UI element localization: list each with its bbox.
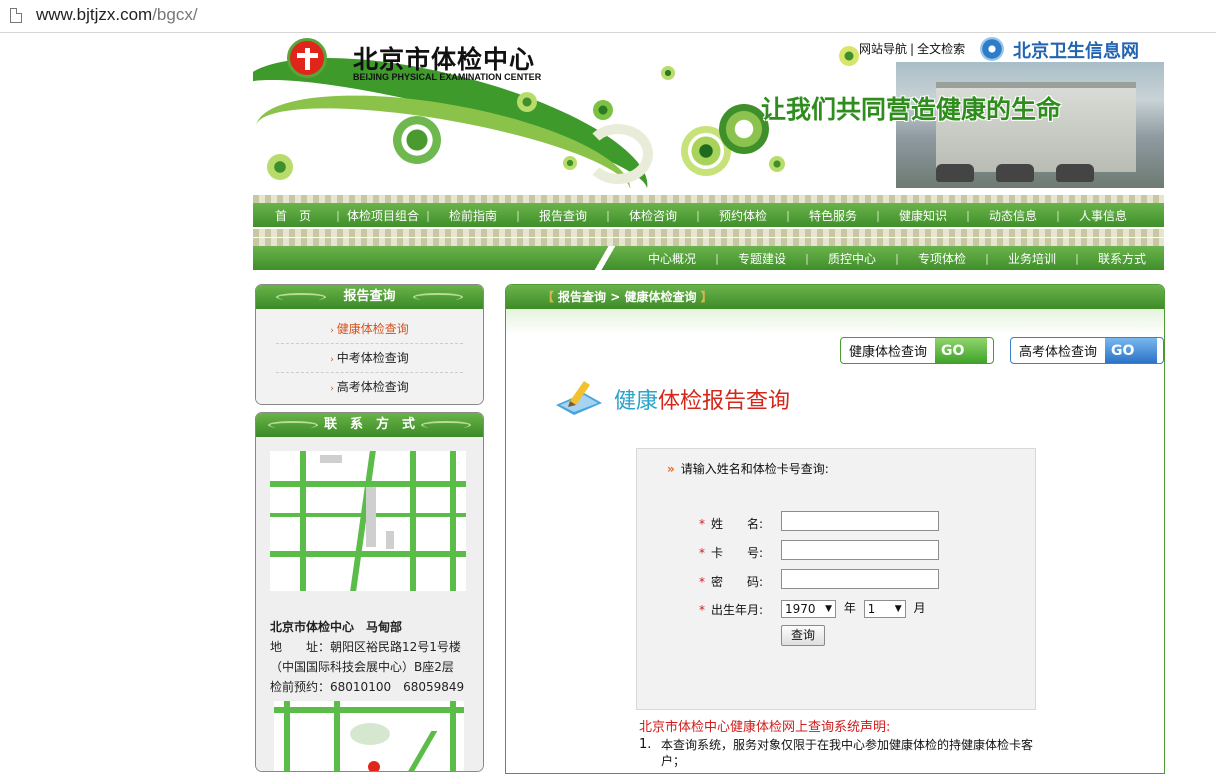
chevron-down-icon: ▼ (825, 603, 832, 614)
nav-slash-decor (595, 246, 615, 270)
arrow-right-icon: › (330, 326, 334, 336)
contact-panel: 联 系 方 式 北京市体检中心 马甸部 地 址：朝阳区裕民路12号1号楼 （中国… (255, 412, 484, 772)
name-input[interactable] (781, 511, 939, 531)
site-banner: 北京市体检中心 BEIJING PHYSICAL EXAMINATION CEN… (253, 34, 1164, 188)
main-nav: 首 页 | 体检项目组合 | 检前指南 | 报告查询 | 体检咨询 | 预约体检 | 特色服… (253, 203, 1164, 227)
address-line1: 朝阳区裕民路12号1号楼 (330, 640, 461, 654)
card-row: * 卡 号: (699, 540, 939, 561)
ornament-icon (276, 293, 326, 301)
form-hint: » 请输入姓名和体检卡号查询: (667, 462, 829, 476)
nav-item-consult[interactable]: 体检咨询 (613, 207, 693, 224)
site-subtitle: BEIJING PHYSICAL EXAMINATION CENTER (353, 72, 542, 82)
health-network-link[interactable]: 北京卫生信息网 (1013, 37, 1139, 63)
nav-item-report[interactable]: 报告查询 (523, 207, 603, 224)
breadcrumb-health[interactable]: 健康体检查询 (624, 290, 696, 304)
fulltext-search-link[interactable]: 全文检索 (917, 42, 965, 56)
contact-address: 北京市体检中心 马甸部 地 址：朝阳区裕民路12号1号楼 （中国国际科技会展中心… (270, 617, 464, 697)
location-marker-icon (368, 761, 380, 771)
password-row: * 密 码: (699, 569, 939, 590)
center-name: 北京市体检中心 马甸部 (270, 620, 403, 634)
nav-divider-pattern (253, 195, 1164, 203)
report-query-title: 健康体检报告查询 (614, 389, 791, 414)
nav-item-hr[interactable]: 人事信息 (1063, 207, 1143, 224)
decor-ring (593, 100, 613, 120)
decor-ring (517, 92, 537, 112)
declaration-item: 1. 本查询系统，服务对象仅限于在我中心参加健康体检的持健康体检卡客户； (639, 737, 1034, 768)
booking-phones: 68010100 68059849 (330, 680, 465, 694)
birth-month-select[interactable]: 1 ▼ (863, 599, 906, 618)
birth-row: * 出生年月: 1970 ▼ 年 1 ▼ 月 (699, 599, 926, 618)
ornament-icon (421, 421, 471, 429)
birth-year-select[interactable]: 1970 ▼ (781, 599, 836, 618)
page-icon (10, 8, 22, 23)
sidebar-item-zhongkao-query[interactable]: › 中考体检查询 (276, 344, 463, 373)
ornament-icon (268, 421, 318, 429)
query-button[interactable]: 查询 (781, 625, 825, 646)
decor-ring (267, 154, 293, 180)
nav-item-knowledge[interactable]: 健康知识 (883, 207, 963, 224)
panel-title: 报告查询 (343, 289, 396, 304)
decor-ring (393, 116, 441, 164)
sidebar-item-gaokao-query[interactable]: › 高考体检查询 (276, 373, 463, 401)
chevron-down-icon: ▼ (894, 603, 902, 614)
url-text[interactable]: www.bjtjzx.com/bgcx/ (36, 5, 198, 25)
sidebar-item-health-query[interactable]: › 健康体检查询 (276, 315, 463, 344)
health-network-icon[interactable] (980, 37, 1004, 61)
banner-swoosh (583, 124, 653, 184)
location-map[interactable] (270, 451, 466, 591)
nav-item-quality[interactable]: 质控中心 (812, 250, 892, 267)
breadcrumb-report[interactable]: 报告查询 (558, 290, 606, 304)
nav-item-special-exam[interactable]: 专项体检 (902, 250, 982, 267)
password-input[interactable] (781, 569, 939, 589)
health-query-go-button[interactable]: 健康体检查询 GO (840, 337, 994, 364)
pencil-icon (556, 381, 602, 415)
logo-icon[interactable] (287, 38, 327, 78)
nav-item-guide[interactable]: 检前指南 (433, 207, 513, 224)
card-number-input[interactable] (781, 540, 939, 560)
nav-item-home[interactable]: 首 页 (253, 207, 333, 224)
nav-divider-pattern (253, 229, 1164, 237)
nav-divider-pattern (253, 238, 1164, 246)
nav-item-booking[interactable]: 预约体检 (703, 207, 783, 224)
nav-item-training[interactable]: 业务培训 (992, 250, 1072, 267)
banner-slogan: 让我们共同营造健康的生命 (761, 95, 1062, 124)
nav-item-about[interactable]: 中心概况 (632, 250, 712, 267)
main-content: 【报告查询 > 健康体检查询】 健康体检查询 GO 高考体检查询 GO 健康体检… (505, 284, 1165, 774)
arrow-right-icon: › (330, 384, 334, 394)
report-query-panel: 报告查询 › 健康体检查询 › 中考体检查询 › 高考体检查询 (255, 284, 484, 405)
nav-item-packages[interactable]: 体检项目组合 (343, 207, 423, 224)
breadcrumb: 【报告查询 > 健康体检查询】 (506, 285, 1164, 309)
nav-item-special[interactable]: 特色服务 (793, 207, 873, 224)
double-chevron-icon: » (667, 462, 675, 476)
ornament-icon (413, 293, 463, 301)
address-line2: （中国国际科技会展中心）B座2层 (270, 660, 454, 674)
location-map-2[interactable] (274, 701, 464, 771)
decor-ring (769, 156, 785, 172)
decor-ring (563, 156, 577, 170)
query-form: » 请输入姓名和体检卡号查询: * 姓 名: * 卡 号: * 密 码: * 出生年月: … (636, 448, 1036, 710)
decor-ring (661, 66, 675, 80)
name-row: * 姓 名: (699, 511, 939, 532)
top-links: 网站导航 | 全文检索 (859, 42, 966, 56)
gaokao-query-go-button[interactable]: 高考体检查询 GO (1010, 337, 1164, 364)
panel-header: 联 系 方 式 (256, 413, 483, 437)
address-bar[interactable]: www.bjtjzx.com/bgcx/ (0, 0, 1216, 33)
site-nav-link[interactable]: 网站导航 (859, 42, 907, 56)
nav-item-topics[interactable]: 专题建设 (722, 250, 802, 267)
declaration-title: 北京市体检中心健康体检网上查询系统声明: (639, 720, 891, 735)
sub-nav: 中心概况 | 专题建设 | 质控中心 | 专项体检 | 业务培训 | 联系方式 (253, 246, 1164, 270)
panel-title: 联 系 方 式 (323, 417, 415, 432)
nav-item-contact[interactable]: 联系方式 (1082, 250, 1162, 267)
panel-header: 报告查询 (256, 285, 483, 309)
nav-item-news[interactable]: 动态信息 (973, 207, 1053, 224)
site-title[interactable]: 北京市体检中心 (353, 40, 535, 76)
arrow-right-icon: › (330, 355, 334, 365)
